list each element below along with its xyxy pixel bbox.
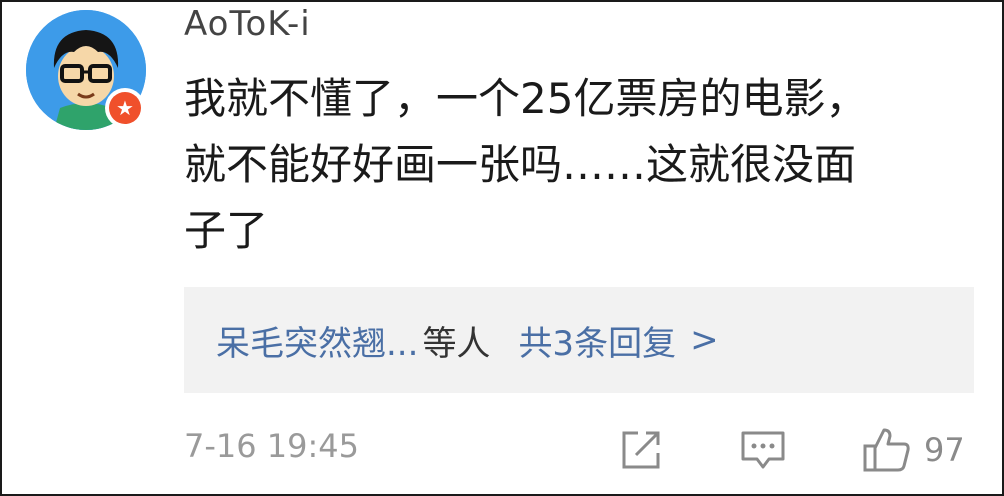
replies-panel[interactable]: 呆毛突然翘... 等人 共3条回复 > <box>184 287 974 393</box>
chevron-right-icon[interactable]: > <box>690 320 719 360</box>
share-icon <box>622 431 660 469</box>
username[interactable]: AoToK-i <box>184 4 311 44</box>
comment-text: 我就不懂了，一个25亿票房的电影， 就不能好好画一张吗……这就很没面 子了 <box>184 74 868 255</box>
reply-suffix: 等人 <box>422 323 491 364</box>
comment-card: ★ AoToK-i 我就不懂了，一个25亿票房的电影， 就不能好好画一张吗……这… <box>0 0 1004 496</box>
like-count: 97 <box>924 431 965 469</box>
timestamp: 7-16 19:45 <box>184 427 360 465</box>
view-replies-link[interactable]: 共3条回复 <box>518 316 676 365</box>
reply-authors[interactable]: 呆毛突然翘... <box>216 316 418 365</box>
verified-badge: ★ <box>105 88 145 128</box>
comment-button[interactable] <box>739 426 787 474</box>
share-button[interactable] <box>618 426 664 474</box>
thumbs-up-icon <box>863 428 910 472</box>
like-button[interactable]: 97 <box>862 426 965 474</box>
comment-icon <box>741 431 785 469</box>
star-icon: ★ <box>109 92 141 124</box>
